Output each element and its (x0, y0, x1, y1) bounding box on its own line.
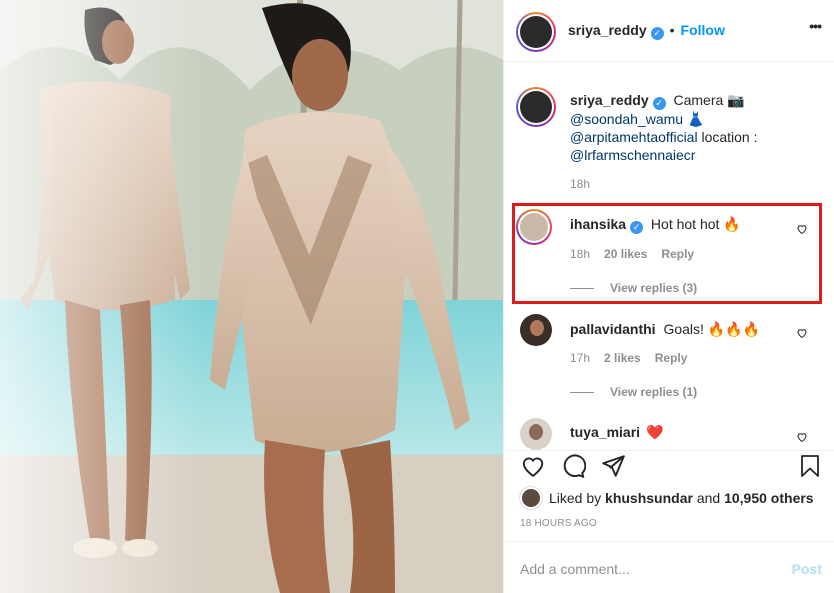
post-image[interactable] (0, 0, 503, 593)
mention-arpitamehtaofficial[interactable]: @arpitamehtaofficial (570, 129, 698, 145)
comment-bubble-icon[interactable] (560, 453, 586, 479)
post-photo-illustration (0, 0, 503, 593)
comment-text: ❤️ (645, 424, 664, 440)
replies-divider (570, 288, 594, 290)
commenter-avatar[interactable] (516, 209, 552, 245)
like-comment-heart-icon[interactable] (796, 327, 808, 339)
verified-badge-icon: ✓ (650, 27, 664, 40)
verified-badge-icon: ✓ (652, 97, 666, 110)
reply-button[interactable]: Reply (655, 351, 688, 365)
post-actions: Liked by khushsundar and 10,950 others 1… (504, 450, 834, 536)
like-comment-heart-icon[interactable] (796, 223, 808, 235)
likes-count[interactable]: 10,950 others (724, 490, 814, 506)
caption: sriya_reddy ✓ Camera 📷 @soondah_wamu 👗 @a… (570, 91, 820, 164)
comment-meta: 17h 2 likes Reply (570, 351, 701, 365)
caption-author-username[interactable]: sriya_reddy (570, 92, 649, 108)
save-bookmark-icon[interactable] (798, 453, 822, 479)
like-heart-icon[interactable] (520, 453, 546, 479)
author-avatar[interactable] (516, 12, 556, 52)
mention-lrfarmschennaiecr[interactable]: @lrfarmschennaiecr (570, 147, 695, 163)
comment-username[interactable]: ihansika (570, 216, 626, 232)
post-header: sriya_reddy ✓ • Follow ••• (504, 0, 834, 62)
more-options-icon[interactable]: ••• (809, 18, 822, 34)
view-replies-button[interactable]: View replies (1) (570, 385, 697, 399)
mention-soondah-wamu[interactable]: @soondah_wamu 👗 (570, 111, 704, 127)
view-replies-label: View replies (3) (610, 281, 698, 295)
comment-likes[interactable]: 2 likes (604, 351, 641, 365)
likes-summary: Liked by khushsundar and 10,950 others (549, 490, 814, 506)
commenter-avatar[interactable] (520, 418, 552, 450)
follow-button[interactable]: Follow (681, 22, 725, 38)
comment-time: 17h (570, 351, 591, 365)
comment-username[interactable]: pallavidanthi (570, 321, 656, 337)
add-comment-bar: Add a comment... Post (504, 541, 834, 593)
author-username[interactable]: sriya_reddy (568, 22, 647, 38)
likes-prefix: Liked by (549, 490, 606, 506)
comment-item: ihansika ✓ Hot hot hot 🔥 (570, 215, 741, 234)
comment-time: 18h (570, 247, 591, 261)
separator-dot: • (669, 22, 675, 38)
replies-divider (570, 392, 594, 394)
post-sidebar: sriya_reddy ✓ • Follow ••• sriya_reddy ✓ Cam… (503, 0, 834, 593)
view-replies-label: View replies (1) (610, 385, 698, 399)
comment-likes[interactable]: 20 likes (604, 247, 647, 261)
commenter-avatar[interactable] (520, 314, 552, 346)
post-timestamp[interactable]: 18 HOURS AGO (520, 518, 597, 529)
caption-time: 18h (570, 177, 591, 191)
liker-avatar[interactable] (520, 487, 542, 509)
comment-input[interactable]: Add a comment... (520, 561, 630, 577)
comment-text: Goals! 🔥🔥🔥 (663, 321, 761, 337)
caption-location-text: location : (697, 129, 758, 145)
share-send-icon[interactable] (600, 453, 626, 479)
comment-item: tuya_miari ❤️ (570, 423, 663, 441)
comment-username[interactable]: tuya_miari (570, 424, 640, 440)
like-comment-heart-icon[interactable] (796, 431, 808, 443)
likes-middle: and (692, 490, 725, 506)
comment-meta: 18h 20 likes Reply (570, 247, 708, 261)
liker-username[interactable]: khushsundar (605, 490, 693, 506)
reply-button[interactable]: Reply (661, 247, 694, 261)
caption-line-1: Camera 📷 (673, 92, 745, 108)
comments-list[interactable]: sriya_reddy ✓ Camera 📷 @soondah_wamu 👗 @a… (504, 63, 834, 450)
comment-item: pallavidanthi Goals! 🔥🔥🔥 (570, 320, 760, 338)
view-replies-button[interactable]: View replies (3) (570, 281, 697, 295)
post-comment-button[interactable]: Post (792, 561, 822, 577)
caption-author-avatar[interactable] (516, 87, 556, 127)
verified-badge-icon: ✓ (630, 221, 644, 234)
comment-text: Hot hot hot 🔥 (650, 216, 741, 232)
